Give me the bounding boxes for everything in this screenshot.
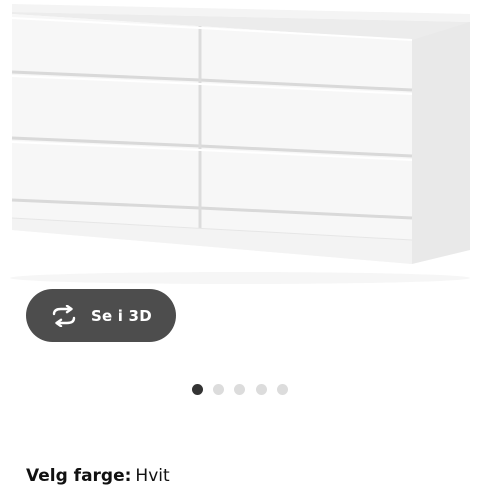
product-image[interactable] [0,0,480,290]
dresser-illustration [10,4,470,284]
color-label: Velg farge: [26,466,132,486]
color-selector[interactable]: Velg farge: Hvit [26,466,170,486]
color-value: Hvit [135,466,170,486]
view-3d-button[interactable]: Se i 3D [26,289,176,342]
rotate-3d-icon [50,304,78,327]
carousel-dot-1[interactable] [192,384,203,395]
carousel-dot-5[interactable] [277,384,288,395]
carousel-dot-3[interactable] [234,384,245,395]
image-carousel-indicator [0,384,480,396]
view-3d-label: Se i 3D [91,306,152,325]
carousel-dot-2[interactable] [213,384,224,395]
carousel-dot-4[interactable] [256,384,267,395]
